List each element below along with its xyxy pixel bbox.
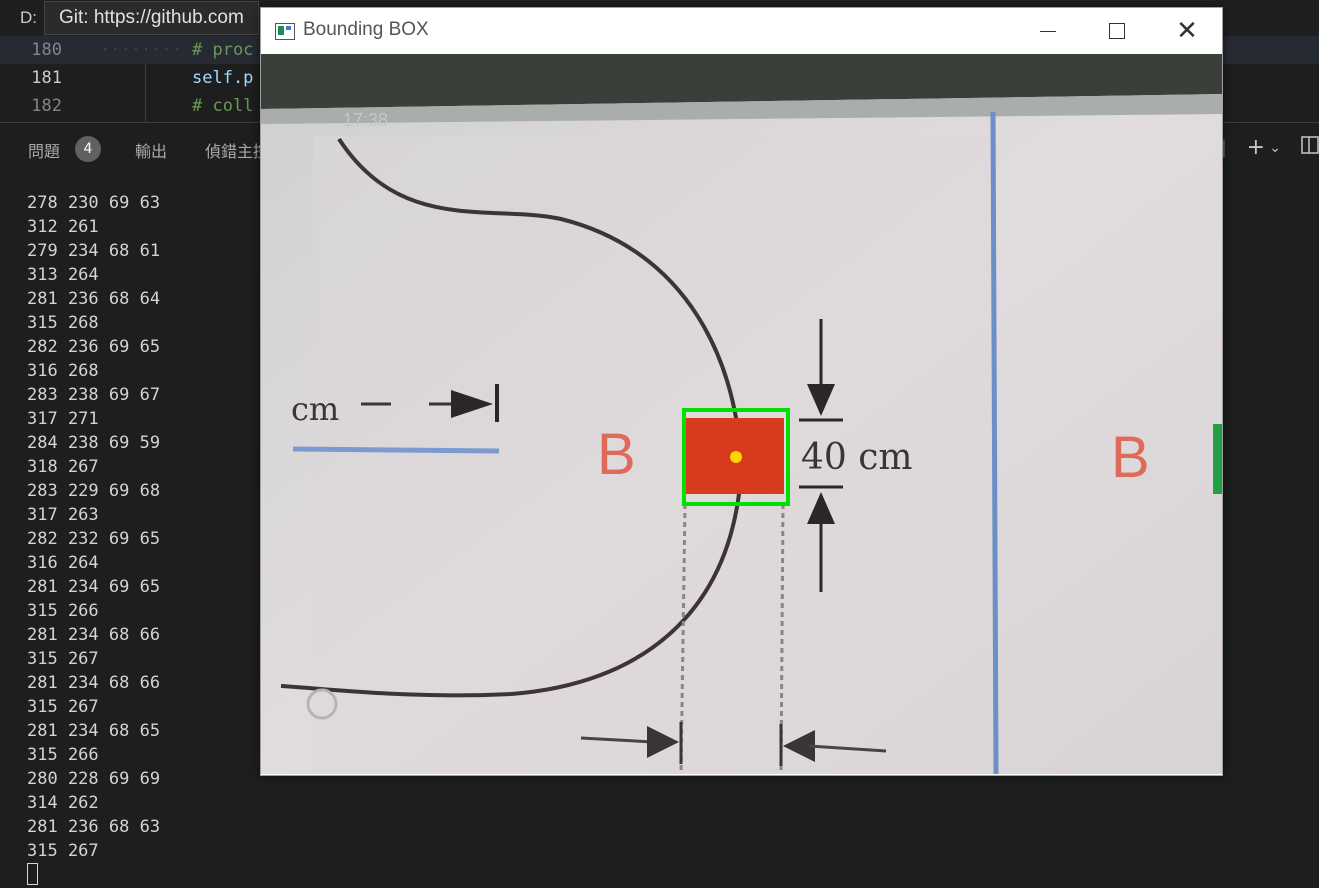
problems-count-badge: 4 xyxy=(75,136,101,162)
terminal-line: 317 263 xyxy=(27,505,99,525)
letter-b-left: B xyxy=(597,422,636,487)
terminal-line: 315 268 xyxy=(27,313,99,333)
camera-frame-drawing: 17:38 cm B B 40 cm xyxy=(261,54,1222,774)
tab-output[interactable]: 輸出 xyxy=(135,138,167,162)
close-button[interactable]: ✕ xyxy=(1152,8,1222,54)
terminal-line: 280 228 69 69 xyxy=(27,769,161,789)
window-titlebar[interactable]: Bounding BOX ✕ xyxy=(261,8,1222,54)
terminal-line: 315 266 xyxy=(27,601,99,621)
app-icon xyxy=(275,23,295,40)
terminal-line: 317 271 xyxy=(27,409,99,429)
window-title: Bounding BOX xyxy=(303,19,429,40)
terminal-line: 282 236 69 65 xyxy=(27,337,161,357)
whitespace-dots: ········ xyxy=(100,40,182,60)
drive-label: D: xyxy=(20,8,37,27)
minimize-button[interactable] xyxy=(1012,8,1082,54)
tab-problems[interactable]: 問題 xyxy=(28,138,60,162)
line-number: 180 xyxy=(31,40,62,60)
code-text: # coll xyxy=(192,96,254,116)
maximize-button[interactable] xyxy=(1082,8,1152,54)
blue-left-line xyxy=(292,446,500,454)
line-number: 182 xyxy=(31,96,62,116)
terminal-line: 281 236 68 63 xyxy=(27,817,161,837)
left-dimension-text: cm xyxy=(291,390,339,428)
blue-divider-line xyxy=(990,111,999,774)
line-number: 181 xyxy=(31,68,62,88)
terminal-line: 312 261 xyxy=(27,217,99,237)
maximize-icon xyxy=(1109,23,1125,39)
terminal-line: 281 234 68 66 xyxy=(27,625,161,645)
green-edge-strip xyxy=(1213,424,1222,494)
terminal-line: 283 229 69 68 xyxy=(27,481,161,501)
terminal-line: 314 262 xyxy=(27,793,99,813)
terminal-line: 316 268 xyxy=(27,361,99,381)
terminal-line: 281 234 68 66 xyxy=(27,673,161,693)
terminal-line: 284 238 69 59 xyxy=(27,433,161,453)
terminal-line: 281 234 68 65 xyxy=(27,721,161,741)
code-text: # proc xyxy=(192,40,254,60)
terminal-line: 315 267 xyxy=(27,649,99,669)
terminal-line: 315 267 xyxy=(27,697,99,717)
bounding-box-window[interactable]: Bounding BOX ✕ 17:38 cm B B 40 cm xyxy=(260,7,1223,776)
terminal-line: 282 232 69 65 xyxy=(27,529,161,549)
new-terminal-plus-icon[interactable]: + xyxy=(1247,135,1265,161)
camera-frame: 17:38 cm B B 40 cm xyxy=(261,54,1222,774)
terminal-line: 283 238 69 67 xyxy=(27,385,161,405)
terminal-line: 315 267 xyxy=(27,841,99,861)
chevron-down-icon[interactable]: ⌄ xyxy=(1269,135,1281,161)
terminal-cursor xyxy=(27,863,38,885)
split-panel-icon[interactable] xyxy=(1301,135,1319,162)
git-remote-tooltip: Git: https://github.com xyxy=(44,1,259,35)
close-icon: ✕ xyxy=(1176,16,1198,46)
terminal-line: 281 236 68 64 xyxy=(27,289,161,309)
terminal-line: 278 230 69 63 xyxy=(27,193,161,213)
minimize-icon xyxy=(1040,31,1056,32)
letter-b-right: B xyxy=(1111,425,1150,490)
terminal-line: 315 266 xyxy=(27,745,99,765)
code-text: self.p xyxy=(192,68,254,88)
terminal-line: 313 264 xyxy=(27,265,99,285)
clock-text: 17:38 xyxy=(343,110,388,130)
terminal-line: 316 264 xyxy=(27,553,99,573)
terminal-output[interactable]: 278 230 69 63 312 261 279 234 68 61 313 264… xyxy=(27,191,160,863)
dimension-label: 40 cm xyxy=(801,437,913,478)
terminal-line: 281 234 69 65 xyxy=(27,577,161,597)
terminal-line: 318 267 xyxy=(27,457,99,477)
terminal-line: 279 234 68 61 xyxy=(27,241,161,261)
center-point xyxy=(730,451,742,463)
